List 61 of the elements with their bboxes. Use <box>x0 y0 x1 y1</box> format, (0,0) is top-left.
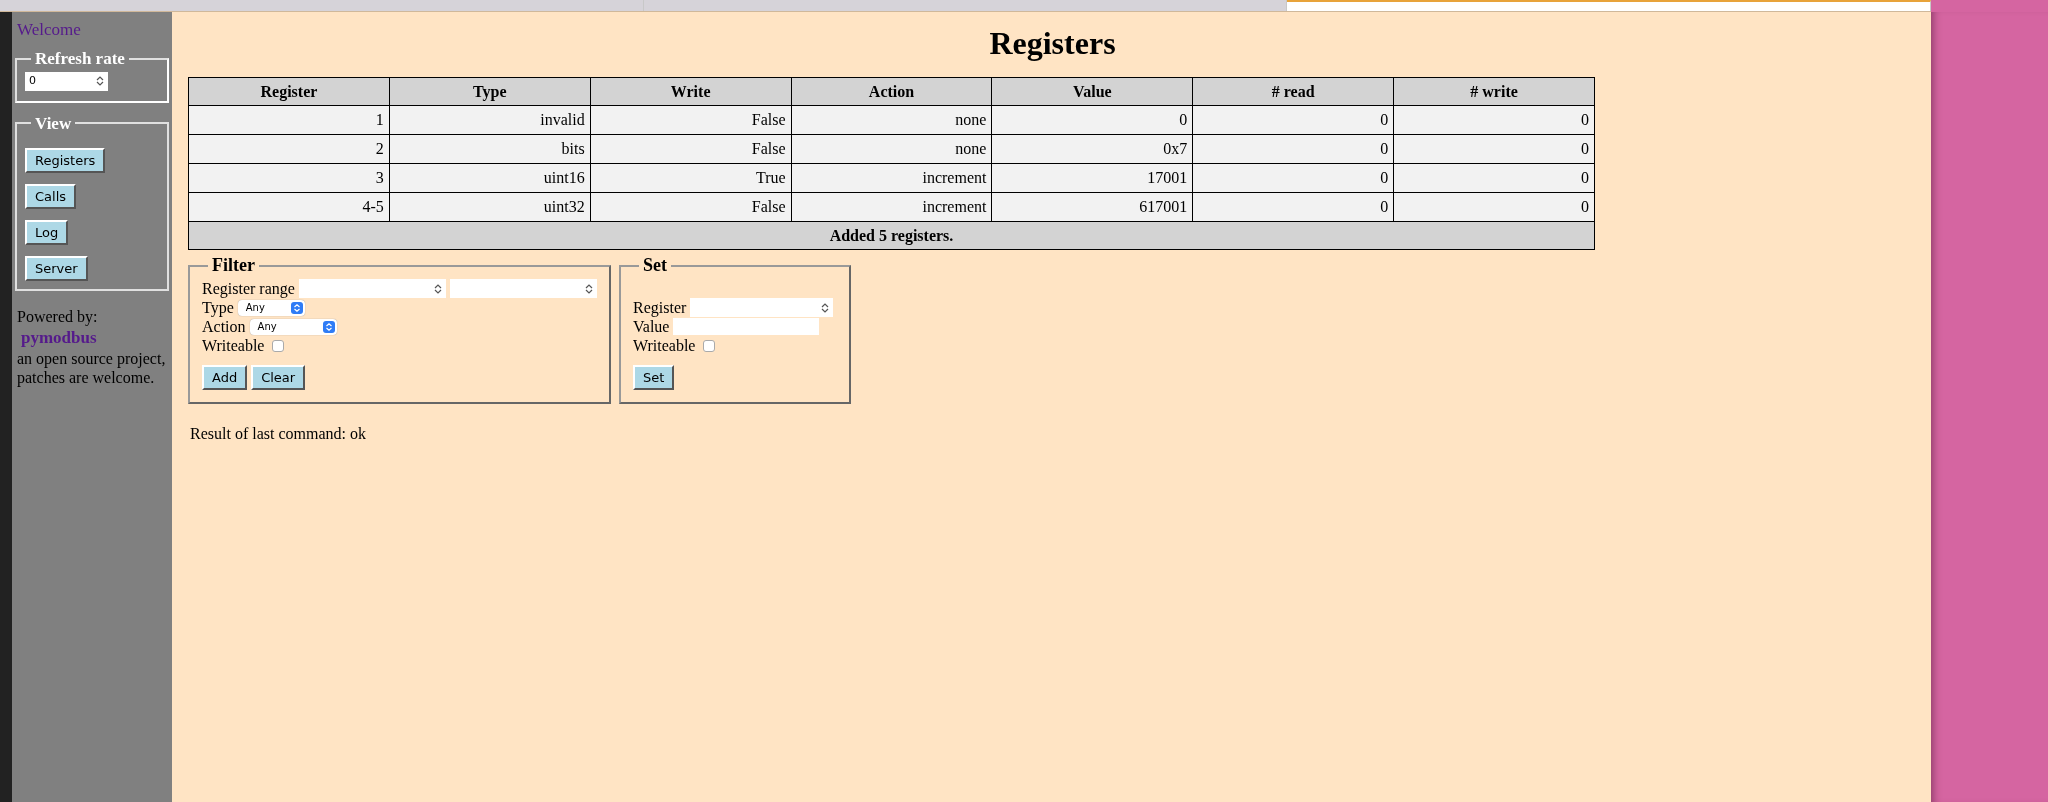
column-header: Action <box>791 77 992 106</box>
table-cell: bits <box>389 134 591 164</box>
type-select[interactable]: Any <box>237 299 305 316</box>
table-cell: True <box>590 163 792 193</box>
table-cell: 4-5 <box>188 192 390 222</box>
table-cell: 0 <box>1393 192 1595 222</box>
powered-by-text: Powered by: <box>17 307 99 326</box>
column-header: Type <box>389 77 591 106</box>
table-cell: 0x7 <box>991 134 1193 164</box>
table-footer: Added 5 registers. <box>188 221 1595 250</box>
field-label: Register <box>633 298 687 317</box>
table-cell: 1 <box>188 105 390 135</box>
table-cell: increment <box>791 163 992 193</box>
table-cell: none <box>791 105 992 135</box>
field-label: Writeable <box>202 336 265 355</box>
table-cell: none <box>791 134 992 164</box>
table-cell: uint16 <box>389 163 591 193</box>
field-label: Writeable <box>633 336 696 355</box>
table-cell: 0 <box>991 105 1193 135</box>
table-cell: 17001 <box>991 163 1193 193</box>
panel-legend: View <box>31 110 76 136</box>
table-cell: False <box>590 192 792 222</box>
filter-button[interactable]: Clear <box>251 365 306 390</box>
project-note: an open source project, patches are welcome. <box>17 349 167 387</box>
column-header: Value <box>991 77 1193 106</box>
view-button[interactable]: Log <box>25 220 69 245</box>
panel-legend: Refresh rate <box>31 46 129 72</box>
field-label: Action <box>202 317 246 336</box>
column-header: Write <box>590 77 792 106</box>
page-title: Registers <box>988 24 1117 63</box>
table-cell: 0 <box>1192 163 1394 193</box>
set-button[interactable]: Set <box>633 365 675 390</box>
table-cell: 0 <box>1192 192 1394 222</box>
table-cell: uint32 <box>389 192 591 222</box>
panel-legend: Set <box>639 256 671 275</box>
view-button[interactable]: Calls <box>25 184 77 209</box>
view-button[interactable]: Server <box>25 256 88 281</box>
table-cell: 2 <box>188 134 390 164</box>
field-label: Type <box>202 298 234 317</box>
table-cell: increment <box>791 192 992 222</box>
table-cell: 0 <box>1393 134 1595 164</box>
refresh-rate-field[interactable]: 0 <box>25 71 108 91</box>
table-cell: 0 <box>1393 163 1595 193</box>
panel-legend: Filter <box>208 256 259 275</box>
table-cell: invalid <box>389 105 591 135</box>
action-select[interactable]: Any <box>249 318 337 335</box>
table-cell: False <box>590 134 792 164</box>
filter-button[interactable]: Add <box>202 365 248 390</box>
table-cell: False <box>590 105 792 135</box>
table-cell: 0 <box>1192 105 1394 135</box>
table-cell: 3 <box>188 163 390 193</box>
column-header: # write <box>1393 77 1595 106</box>
result-text: Result of last command: ok <box>189 424 366 444</box>
column-header: # read <box>1192 77 1394 106</box>
table-cell: 617001 <box>991 192 1193 222</box>
column-header: Register <box>188 77 390 106</box>
table-cell: 0 <box>1393 105 1595 135</box>
view-button[interactable]: Registers <box>25 148 106 173</box>
field-label: Value <box>633 317 670 336</box>
field-label: Register range <box>202 279 295 298</box>
table-cell: 0 <box>1192 134 1394 164</box>
